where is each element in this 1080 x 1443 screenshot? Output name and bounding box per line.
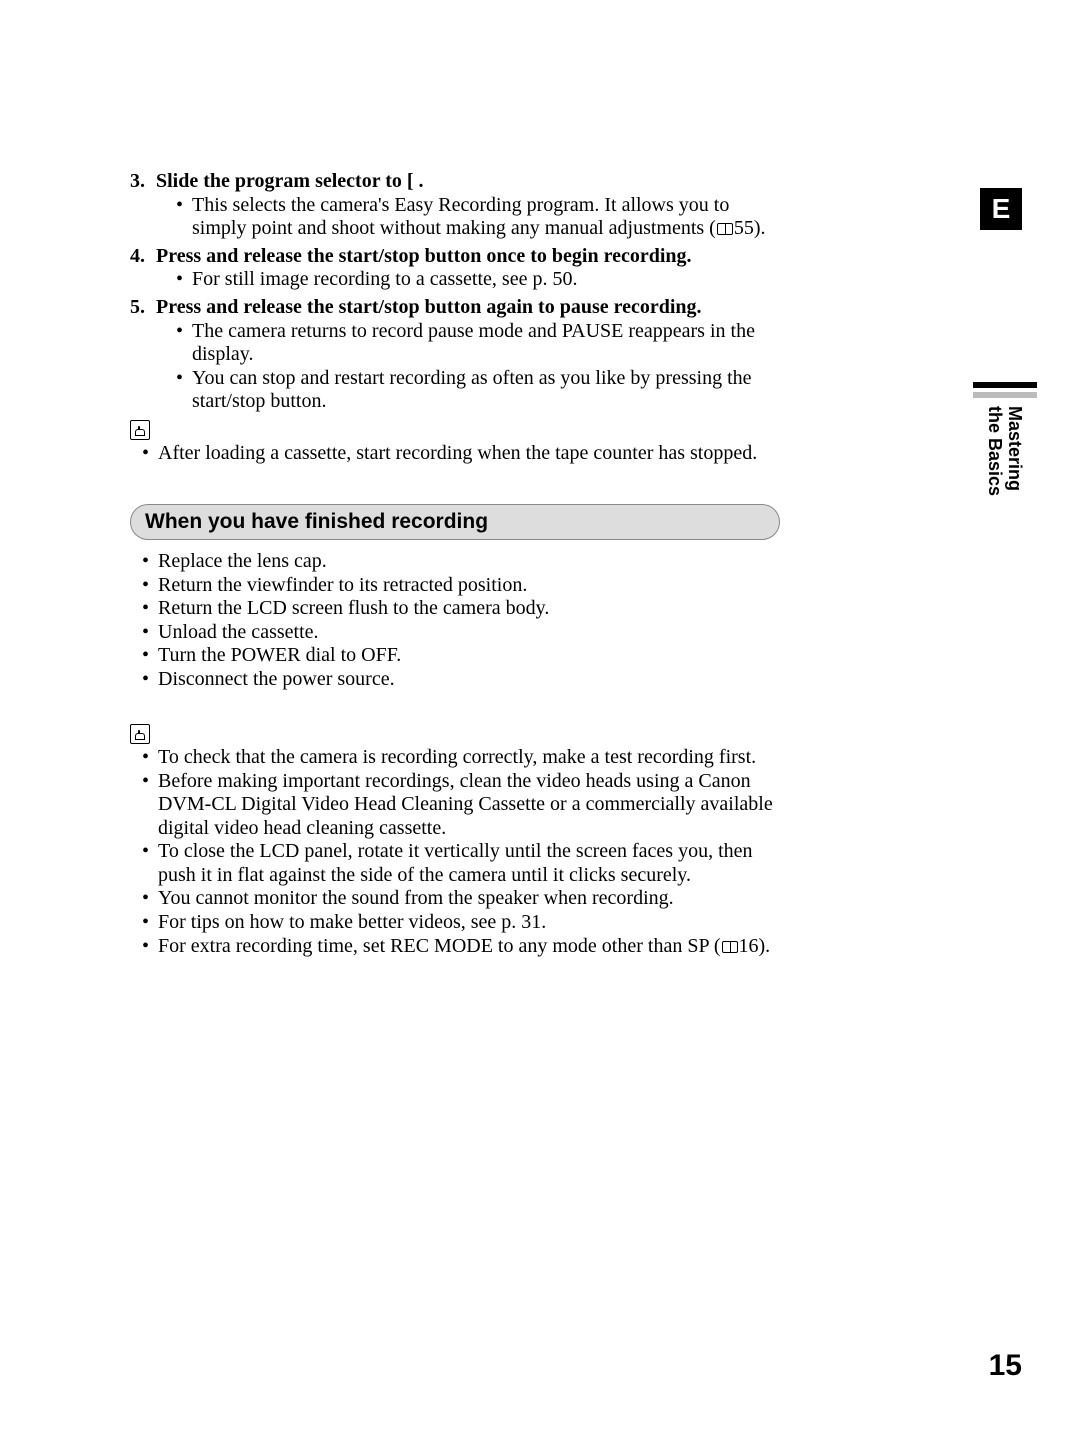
body-text: To close the LCD panel, rotate it vertic… xyxy=(158,840,753,886)
body-text: Return the viewfinder to its retracted p… xyxy=(158,574,527,596)
body-text: For still image recording to a cassette,… xyxy=(192,268,577,290)
list-item: Unload the cassette. xyxy=(142,621,780,645)
body-text: Unload the cassette. xyxy=(158,621,319,643)
body-text: You cannot monitor the sound from the sp… xyxy=(158,887,674,909)
list-item: Replace the lens cap. xyxy=(142,550,780,574)
ref-num: 16 xyxy=(739,935,759,957)
body-text: This selects the camera's Easy Recording… xyxy=(192,194,729,240)
body-text: You can stop and restart recording as of… xyxy=(192,367,752,413)
list-item: To close the LCD panel, rotate it vertic… xyxy=(142,840,780,887)
step-number xyxy=(130,296,156,320)
step-title: Press and release the start/stop button … xyxy=(156,245,692,269)
step-4: Press and release the start/stop button … xyxy=(130,245,780,292)
language-tab: E xyxy=(980,188,1022,230)
side-label-text: Mastering the Basics xyxy=(985,406,1025,496)
list-item: For tips on how to make better videos, s… xyxy=(142,911,780,935)
body-text: ). xyxy=(754,217,766,239)
step-3-sub-1: This selects the camera's Easy Recording… xyxy=(176,194,780,241)
note-block-2: To check that the camera is recording co… xyxy=(130,722,780,959)
step-number xyxy=(130,170,156,194)
list-item: To check that the camera is recording co… xyxy=(142,746,780,770)
book-icon xyxy=(717,223,733,235)
list-item: Return the LCD screen flush to the camer… xyxy=(142,597,780,621)
step-5-sub-1: The camera returns to record pause mode … xyxy=(176,320,780,367)
list-item: Turn the POWER dial to OFF. xyxy=(142,644,780,668)
note-icon xyxy=(130,420,150,440)
body-text: After loading a cassette, start recordin… xyxy=(158,442,757,464)
list-item: For extra recording time, set REC MODE t… xyxy=(142,935,780,959)
list-item: Disconnect the power source. xyxy=(142,668,780,692)
step-number xyxy=(130,245,156,269)
page-root: E Mastering the Basics Slide the program… xyxy=(0,0,1080,1443)
finish-list: Replace the lens cap. Return the viewfin… xyxy=(142,550,780,692)
step-5-sub-2: You can stop and restart recording as of… xyxy=(176,367,780,414)
body-text: Turn the POWER dial to OFF. xyxy=(158,644,401,666)
list-item: Before making important recordings, clea… xyxy=(142,770,780,841)
note-1: After loading a cassette, start recordin… xyxy=(142,442,780,466)
list-item: Return the viewfinder to its retracted p… xyxy=(142,574,780,598)
step-5: Press and release the start/stop button … xyxy=(130,296,780,414)
page-number: 15 xyxy=(989,1349,1022,1383)
body-text: Before making important recordings, clea… xyxy=(158,770,773,839)
list-item: You cannot monitor the sound from the sp… xyxy=(142,887,780,911)
note-icon xyxy=(130,724,150,744)
side-label-line1: Mastering xyxy=(1005,406,1025,491)
section-side-label: Mastering the Basics xyxy=(970,382,1040,502)
step-3: Slide the program selector to [ . This s… xyxy=(130,170,780,241)
body-text: Disconnect the power source. xyxy=(158,668,395,690)
step-title: Slide the program selector to [ . xyxy=(156,170,424,194)
body-text: Return the LCD screen flush to the camer… xyxy=(158,597,549,619)
step-title: Press and release the start/stop button … xyxy=(156,296,702,320)
side-bar-light xyxy=(973,392,1037,398)
body-text: Replace the lens cap. xyxy=(158,550,327,572)
body-text: ). xyxy=(759,935,771,957)
step-4-sub-1: For still image recording to a cassette,… xyxy=(176,268,780,292)
book-icon xyxy=(722,941,738,953)
body-text: For extra recording time, set REC MODE t… xyxy=(158,935,721,957)
note-block-1: After loading a cassette, start recordin… xyxy=(130,418,780,466)
content-column: Slide the program selector to [ . This s… xyxy=(130,170,780,958)
ref-num: 55 xyxy=(734,217,754,239)
side-bar-dark xyxy=(973,382,1037,388)
body-text: To check that the camera is recording co… xyxy=(158,746,756,768)
section-heading-box: When you have finished recording xyxy=(130,504,780,540)
side-label-line2: the Basics xyxy=(985,406,1005,496)
steps-list: Slide the program selector to [ . This s… xyxy=(130,170,780,414)
body-text: For tips on how to make better videos, s… xyxy=(158,911,546,933)
body-text: The camera returns to record pause mode … xyxy=(192,320,755,366)
section-heading-text: When you have finished recording xyxy=(145,510,488,535)
